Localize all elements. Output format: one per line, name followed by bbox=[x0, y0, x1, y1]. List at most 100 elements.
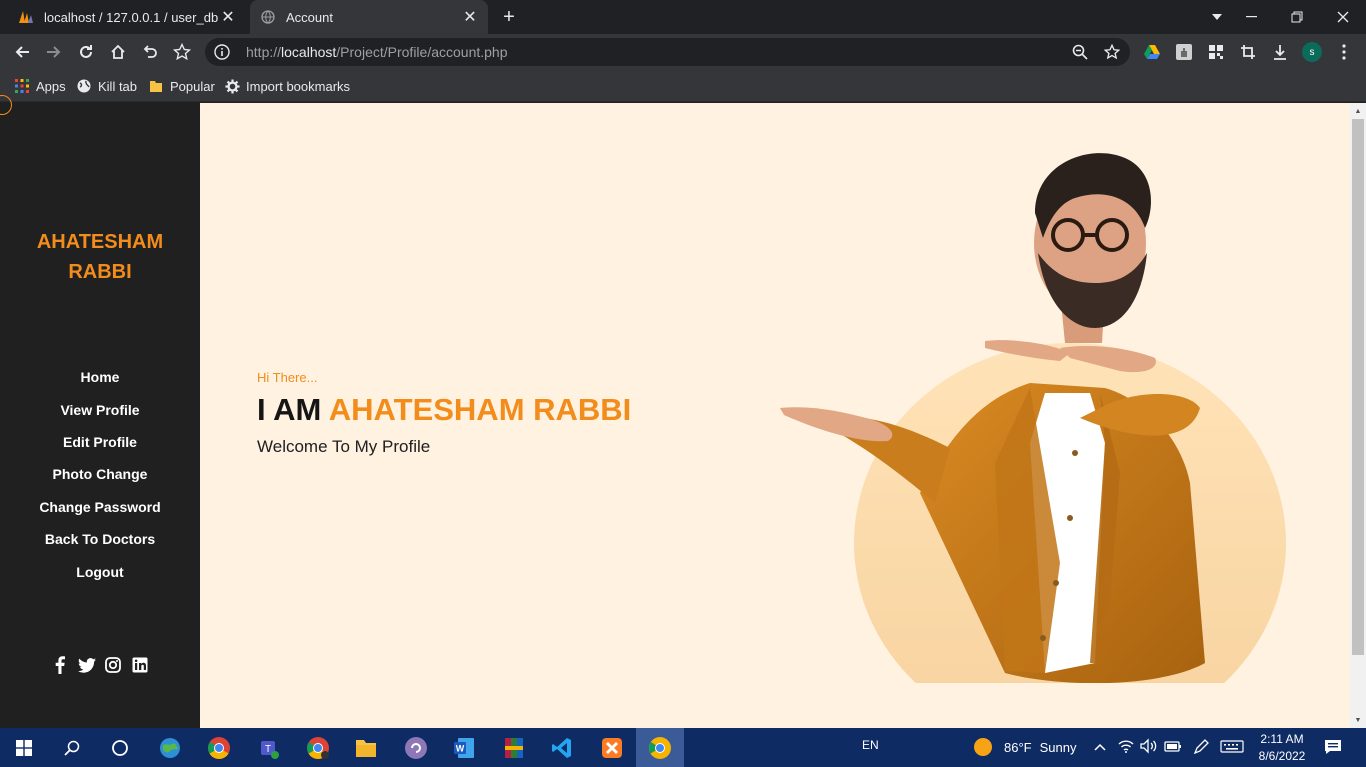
teams-icon[interactable]: T bbox=[244, 728, 292, 767]
bookmark-label: Apps bbox=[36, 78, 66, 94]
hero-heading: I AM AHATESHAM RABBI bbox=[257, 392, 631, 428]
svg-text:W: W bbox=[456, 743, 465, 753]
brand-name[interactable]: AHATESHAM RABBI bbox=[0, 227, 200, 287]
xampp-icon[interactable] bbox=[588, 728, 636, 767]
home-icon[interactable] bbox=[104, 38, 132, 66]
bookmark-kill-tab[interactable]: Kill tab bbox=[76, 76, 137, 96]
brand-text: AHATESHAM RABBI bbox=[36, 231, 164, 283]
vscode-icon[interactable] bbox=[538, 728, 586, 767]
weather-temperature: 86°F bbox=[1004, 739, 1032, 755]
tab-title: Account bbox=[286, 9, 333, 25]
minimize-button[interactable] bbox=[1228, 0, 1274, 34]
word-icon[interactable]: W bbox=[440, 728, 488, 767]
keyboard-icon[interactable] bbox=[1220, 738, 1244, 759]
winrar-icon[interactable] bbox=[490, 728, 538, 767]
reload-icon[interactable] bbox=[72, 38, 100, 66]
hero-name: AHATESHAM RABBI bbox=[328, 392, 632, 427]
tab-strip: localhost / 127.0.0.1 / user_db / u ✕ Ac… bbox=[0, 0, 1366, 34]
info-icon[interactable] bbox=[214, 44, 230, 60]
url-host: localhost bbox=[281, 44, 337, 60]
google-drive-icon[interactable] bbox=[1138, 38, 1166, 66]
close-window-button[interactable] bbox=[1320, 0, 1366, 34]
bookmark-import[interactable]: Import bookmarks bbox=[224, 76, 350, 96]
globe-app-icon[interactable] bbox=[146, 728, 194, 767]
torrent-icon[interactable] bbox=[392, 728, 440, 767]
star-icon[interactable] bbox=[1103, 43, 1121, 65]
scroll-down-icon[interactable]: ▼ bbox=[1350, 713, 1366, 727]
battery-icon[interactable] bbox=[1164, 738, 1182, 759]
svg-text:T: T bbox=[265, 744, 271, 755]
folder-icon bbox=[148, 78, 164, 94]
nav-edit-profile[interactable]: Edit Profile bbox=[0, 426, 200, 458]
tab-title: localhost / 127.0.0.1 / user_db / u bbox=[44, 9, 218, 25]
bookmark-apps[interactable]: Apps bbox=[14, 76, 66, 96]
clock-time: 2:11 AM bbox=[1260, 732, 1304, 746]
bookmarks-bar: Apps Kill tab Popular Import bookmarks bbox=[0, 70, 1366, 102]
phpmyadmin-icon bbox=[18, 9, 34, 25]
weather-widget[interactable]: 86°F Sunny bbox=[974, 738, 1076, 756]
chrome-canary-icon[interactable] bbox=[636, 728, 684, 767]
windows-taskbar: T W EN 86°F Sunny 2:11 AM 8/6/2022 bbox=[0, 728, 1366, 767]
tab-phpmyadmin[interactable]: localhost / 127.0.0.1 / user_db / u ✕ bbox=[0, 0, 246, 34]
chrome-icon[interactable] bbox=[195, 728, 243, 767]
language-indicator[interactable]: EN bbox=[862, 738, 879, 752]
start-windows-icon[interactable] bbox=[0, 728, 48, 767]
crop-icon[interactable] bbox=[1234, 38, 1262, 66]
nav-home[interactable]: Home bbox=[0, 361, 200, 393]
hero-tagline: Welcome To My Profile bbox=[257, 437, 431, 456]
pen-icon[interactable] bbox=[1192, 738, 1210, 759]
scroll-up-icon[interactable]: ▲ bbox=[1350, 104, 1366, 118]
twitter-icon[interactable] bbox=[77, 655, 97, 675]
qr-code-icon[interactable] bbox=[1202, 38, 1230, 66]
zoom-icon[interactable] bbox=[1072, 44, 1088, 65]
restore-button[interactable] bbox=[1274, 0, 1320, 34]
web-page: AHATESHAM RABBI Home View Profile Edit P… bbox=[0, 95, 1366, 728]
nav-back-to-doctors[interactable]: Back To Doctors bbox=[0, 523, 200, 555]
globe-icon bbox=[260, 9, 276, 25]
linkedin-icon[interactable] bbox=[130, 655, 150, 675]
social-links bbox=[50, 655, 150, 675]
forward-icon[interactable] bbox=[40, 38, 68, 66]
back-icon[interactable] bbox=[8, 38, 36, 66]
search-icon[interactable] bbox=[48, 728, 96, 767]
tab-account[interactable]: Account ✕ bbox=[250, 0, 488, 34]
bookmark-label: Kill tab bbox=[98, 78, 138, 94]
scrollbar-thumb[interactable] bbox=[1352, 119, 1364, 655]
clock-date: 8/6/2022 bbox=[1258, 749, 1306, 763]
greeting: Hi There... bbox=[257, 370, 318, 385]
hero-prefix: I AM bbox=[257, 392, 322, 427]
globe-icon bbox=[76, 78, 92, 94]
notification-icon[interactable] bbox=[1324, 739, 1342, 760]
new-tab-button[interactable]: + bbox=[498, 6, 520, 28]
facebook-icon[interactable] bbox=[50, 655, 70, 675]
file-explorer-icon[interactable] bbox=[342, 728, 390, 767]
extension-hand-icon[interactable] bbox=[1170, 38, 1198, 66]
bookmark-label: Import bookmarks bbox=[246, 78, 351, 94]
nav-view-profile[interactable]: View Profile bbox=[0, 393, 200, 425]
nav-change-password[interactable]: Change Password bbox=[0, 491, 200, 523]
menu-icon[interactable] bbox=[1330, 38, 1358, 66]
page-scrollbar[interactable]: ▲ ▼ bbox=[1350, 103, 1366, 728]
wifi-icon[interactable] bbox=[1118, 738, 1134, 759]
undo-close-tab-icon[interactable] bbox=[136, 38, 164, 66]
url-text[interactable]: http://localhost/Project/Profile/account… bbox=[246, 44, 508, 60]
close-tab-icon[interactable]: ✕ bbox=[218, 7, 238, 27]
system-clock[interactable]: 2:11 AM 8/6/2022 bbox=[1250, 731, 1314, 765]
url-path: /Project/Profile/account.php bbox=[336, 44, 508, 60]
profile-avatar[interactable]: s bbox=[1302, 42, 1322, 62]
close-tab-icon[interactable]: ✕ bbox=[460, 7, 480, 27]
chrome-profile-icon[interactable] bbox=[294, 728, 342, 767]
volume-icon[interactable] bbox=[1140, 738, 1158, 759]
nav-photo-change[interactable]: Photo Change bbox=[0, 458, 200, 490]
nav-logout[interactable]: Logout bbox=[0, 555, 200, 587]
bookmark-star-icon[interactable] bbox=[168, 38, 196, 66]
bookmark-label: Popular bbox=[170, 78, 215, 94]
cortana-icon[interactable] bbox=[96, 728, 144, 767]
bookmark-popular[interactable]: Popular bbox=[148, 76, 215, 96]
download-icon[interactable] bbox=[1266, 38, 1294, 66]
sidebar-nav: Home View Profile Edit Profile Photo Cha… bbox=[0, 361, 200, 588]
chevron-up-icon[interactable] bbox=[1094, 738, 1106, 761]
apps-grid-icon bbox=[14, 78, 30, 94]
instagram-icon[interactable] bbox=[103, 655, 123, 675]
address-bar[interactable]: http://localhost/Project/Profile/account… bbox=[205, 38, 1130, 66]
